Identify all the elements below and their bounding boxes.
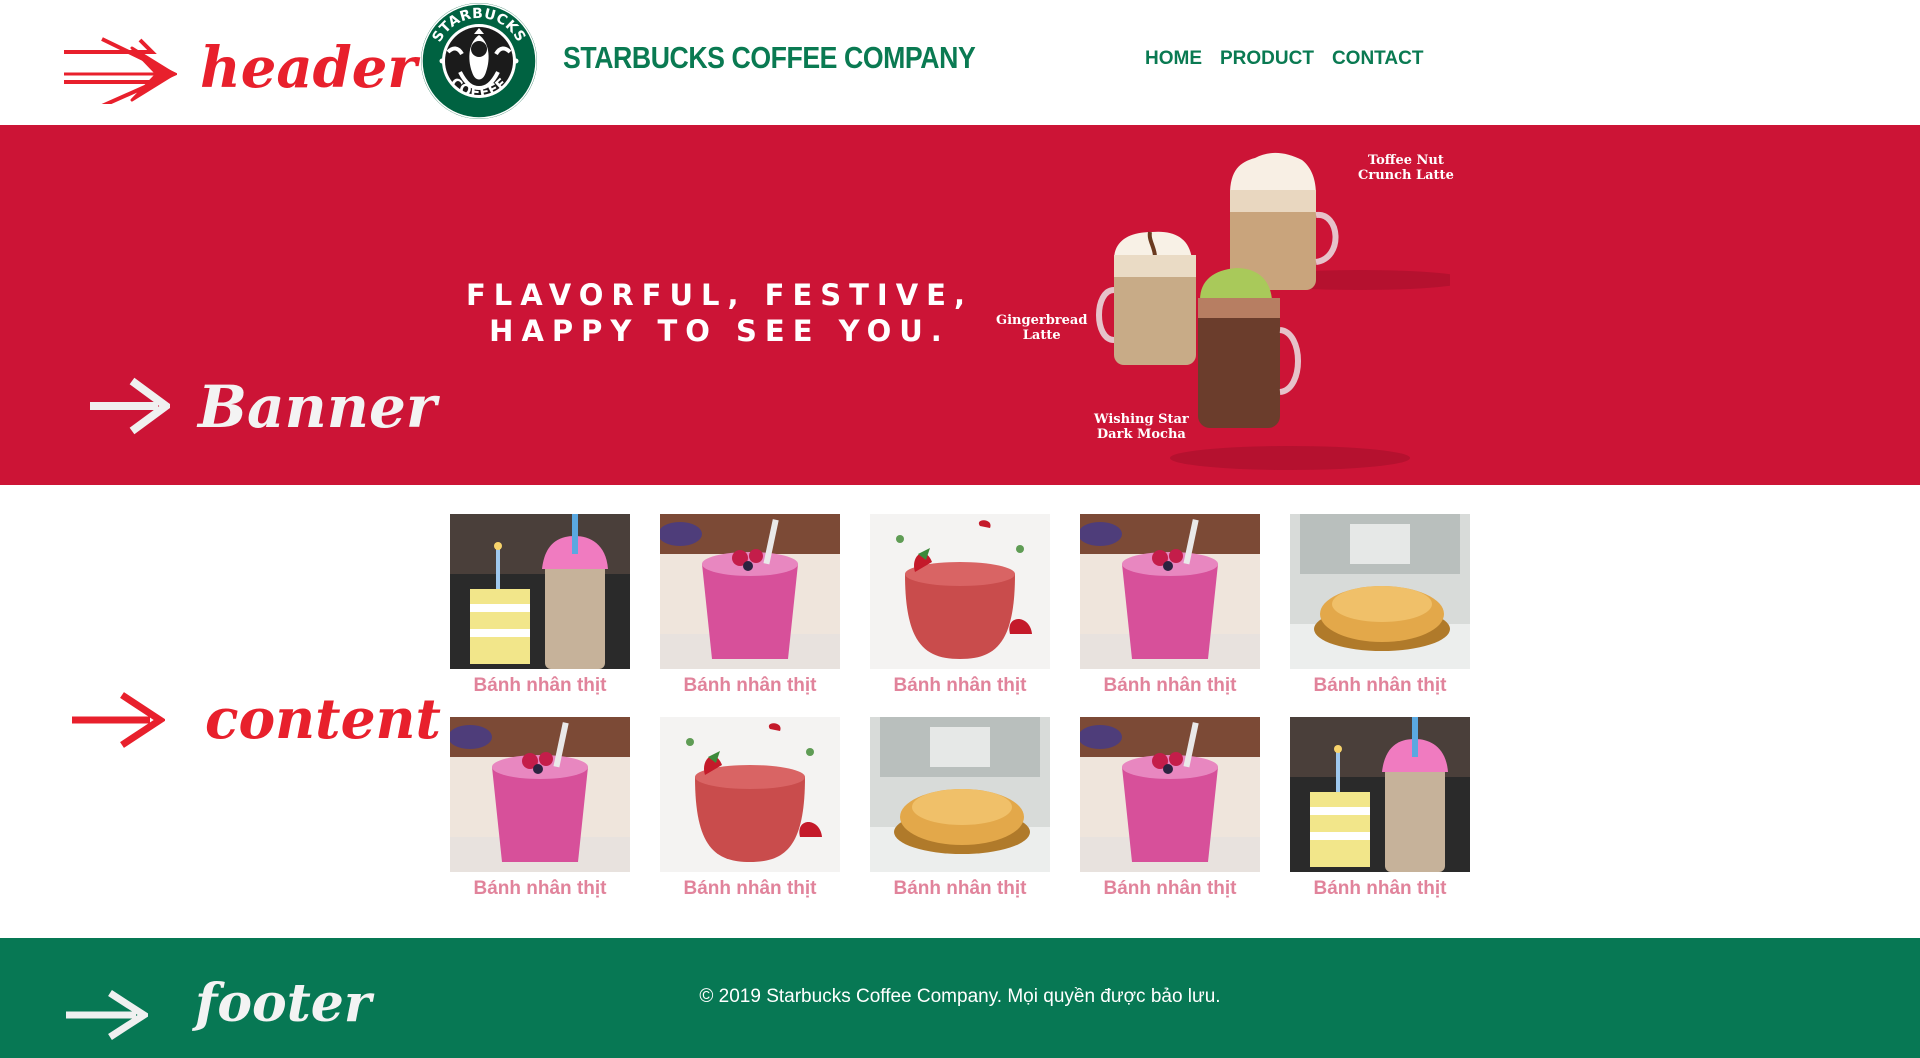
product-card[interactable]: Bánh nhân thịt: [660, 717, 840, 900]
banner-annotation-label: Banner: [198, 373, 437, 441]
nav-link-product[interactable]: PRODUCT: [1220, 48, 1314, 70]
content-arrow-icon: [72, 692, 165, 748]
product-card[interactable]: Bánh nhân thịt: [1080, 717, 1260, 900]
product-image[interactable]: [450, 514, 630, 669]
product-caption[interactable]: Bánh nhân thịt: [1080, 878, 1260, 900]
drink-label-wishing-star: Wishing Star Dark Mocha: [1094, 412, 1189, 442]
product-card[interactable]: Bánh nhân thịt: [870, 514, 1050, 697]
product-image[interactable]: [870, 514, 1050, 669]
nav-link-contact[interactable]: CONTACT: [1332, 48, 1423, 70]
product-image[interactable]: [1290, 717, 1470, 872]
product-card[interactable]: Bánh nhân thịt: [660, 514, 840, 697]
drink-label-toffee-line1: Toffee Nut: [1367, 153, 1444, 168]
drink-label-gingerbread: Gingerbread Latte: [996, 313, 1087, 343]
starbucks-logo[interactable]: STARBUCKS COFFEE: [420, 2, 538, 120]
copyright-text: © 2019 Starbucks Coffee Company. Mọi quy…: [699, 986, 1221, 1007]
site-header: header STARBUCKS COFFEE STARBUCKS COFFEE…: [0, 0, 1920, 125]
main-nav: HOME PRODUCT CONTACT: [1145, 48, 1423, 70]
content: content Bánh nhân thịt Bánh nhân thịt Bá…: [0, 485, 1920, 938]
product-image[interactable]: [660, 717, 840, 872]
product-caption[interactable]: Bánh nhân thịt: [1080, 675, 1260, 697]
product-card[interactable]: Bánh nhân thịt: [1290, 514, 1470, 697]
product-image[interactable]: [450, 717, 630, 872]
product-caption[interactable]: Bánh nhân thịt: [660, 878, 840, 900]
product-caption[interactable]: Bánh nhân thịt: [870, 675, 1050, 697]
site-footer: footer © 2019 Starbucks Coffee Company. …: [0, 938, 1920, 1058]
drink-label-gingerbread-line1: Gingerbread: [996, 313, 1088, 328]
product-card[interactable]: Bánh nhân thịt: [870, 717, 1050, 900]
banner: Banner FLAVORFUL, FESTIVE, HAPPY TO SEE …: [0, 125, 1920, 485]
nav-link-home[interactable]: HOME: [1145, 48, 1202, 70]
drink-label-gingerbread-line2: Latte: [1022, 328, 1061, 343]
banner-headline-line2: HAPPY TO SEE YOU.: [489, 314, 950, 348]
product-card[interactable]: Bánh nhân thịt: [1080, 514, 1260, 697]
product-image[interactable]: [870, 717, 1050, 872]
product-caption[interactable]: Bánh nhân thịt: [450, 878, 630, 900]
product-card[interactable]: Bánh nhân thịt: [450, 514, 630, 697]
banner-headline: FLAVORFUL, FESTIVE, HAPPY TO SEE YOU.: [466, 277, 973, 349]
product-caption[interactable]: Bánh nhân thịt: [870, 878, 1050, 900]
banner-headline-line1: FLAVORFUL, FESTIVE,: [466, 278, 973, 312]
drink-label-wishing-star-line1: Wishing Star: [1094, 412, 1189, 427]
product-caption[interactable]: Bánh nhân thịt: [450, 675, 630, 697]
product-card[interactable]: Bánh nhân thịt: [1290, 717, 1470, 900]
drink-label-toffee: Toffee Nut Crunch Latte: [1358, 153, 1454, 183]
product-caption[interactable]: Bánh nhân thịt: [660, 675, 840, 697]
product-image[interactable]: [660, 514, 840, 669]
product-card[interactable]: Bánh nhân thịt: [450, 717, 630, 900]
drink-label-toffee-line2: Crunch Latte: [1358, 168, 1454, 183]
content-annotation-label: content: [205, 686, 441, 751]
product-grid: Bánh nhân thịt Bánh nhân thịt Bánh nhân …: [450, 514, 1470, 900]
product-caption[interactable]: Bánh nhân thịt: [1290, 675, 1470, 697]
banner-arrow-icon: [90, 377, 170, 435]
header-annotation-label: header: [200, 35, 417, 101]
brand-name: STARBUCKS COFFEE COMPANY: [563, 40, 976, 75]
product-image[interactable]: [1080, 717, 1260, 872]
drink-label-wishing-star-line2: Dark Mocha: [1096, 427, 1186, 442]
product-image[interactable]: [1290, 514, 1470, 669]
product-image[interactable]: [1080, 514, 1260, 669]
header-arrow-icon: [64, 37, 177, 104]
product-caption[interactable]: Bánh nhân thịt: [1290, 878, 1470, 900]
